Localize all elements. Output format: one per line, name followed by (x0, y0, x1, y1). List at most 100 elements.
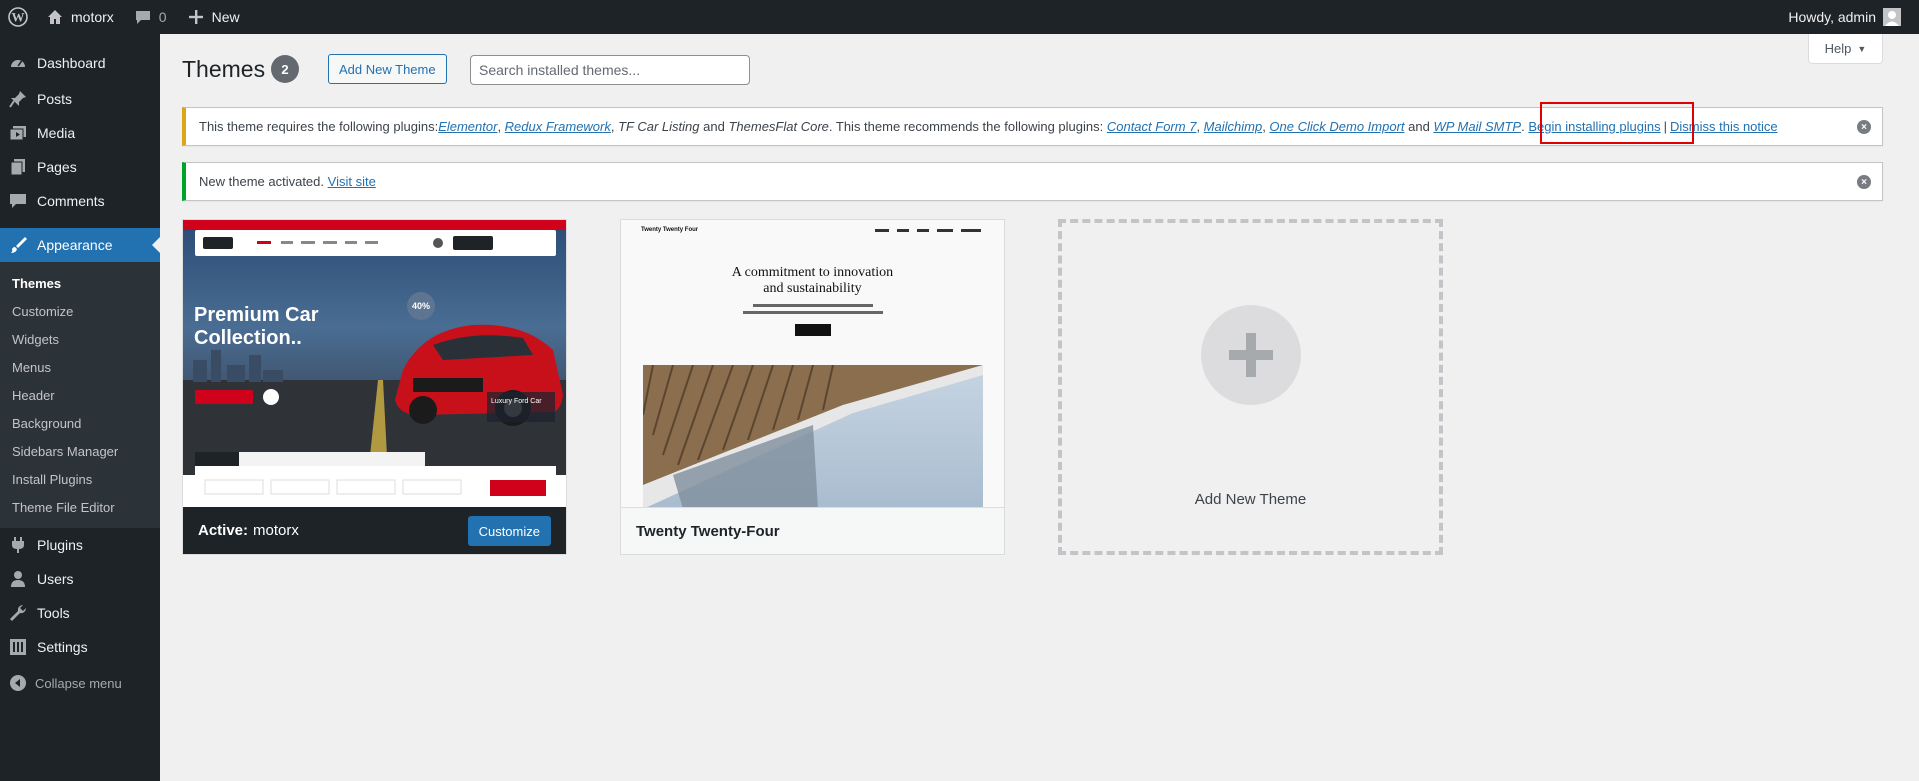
menu-settings[interactable]: Settings (0, 630, 160, 664)
menu-appearance[interactable]: Appearance (0, 228, 160, 262)
t24-header: Twenty Twenty Four (641, 227, 698, 233)
admin-sidebar: Dashboard Posts Media Pages Comments App… (0, 34, 160, 781)
menu-label: Media (37, 125, 76, 141)
submenu-background[interactable]: Background (0, 409, 160, 437)
search-tab-active (195, 452, 239, 466)
menu-label: Plugins (37, 537, 83, 553)
main-content: Themes 2 Add New Theme Help ▼ This theme… (160, 34, 1919, 781)
car-label-card: Luxury Ford Car (487, 392, 555, 422)
theme-name: motorx (253, 522, 299, 539)
menu-dashboard[interactable]: Dashboard (0, 46, 160, 80)
submenu-install-plugins[interactable]: Install Plugins (0, 465, 160, 493)
plugin-link-mailchimp[interactable]: Mailchimp (1204, 119, 1263, 134)
theme-activated-notice: New theme activated. Visit site × (182, 162, 1883, 201)
comments-link[interactable]: 0 (124, 0, 177, 34)
home-icon (46, 8, 64, 26)
hero-title-line: Collection.. (194, 327, 302, 349)
howdy-text: Howdy, admin (1788, 9, 1876, 25)
visit-site-link[interactable]: Visit site (328, 174, 376, 189)
submenu-theme-file-editor[interactable]: Theme File Editor (0, 493, 160, 521)
menu-users[interactable]: Users (0, 562, 160, 596)
search-themes-input[interactable] (470, 55, 750, 85)
plugin-tf-car-listing: TF Car Listing (618, 119, 700, 134)
my-account-link[interactable]: Howdy, admin (1778, 0, 1911, 34)
page-title: Themes (182, 56, 266, 82)
plugin-link-wp-mail-smtp[interactable]: WP Mail SMTP (1433, 119, 1521, 134)
collapse-label: Collapse menu (35, 675, 122, 691)
menu-posts[interactable]: Posts (0, 82, 160, 116)
hero-title: Premium Car Collection.. (194, 304, 319, 350)
customize-button[interactable]: Customize (467, 516, 551, 546)
add-new-theme-card[interactable]: Add New Theme (1058, 219, 1443, 555)
activated-text: New theme activated. (199, 174, 325, 189)
theme-card-twenty-twenty-four[interactable]: Twenty Twenty Four A commitment to innov… (620, 219, 1005, 555)
active-prefix: Active: (198, 522, 249, 539)
t24-architecture-image (643, 365, 983, 509)
plugin-link-contact-form-7[interactable]: Contact Form 7 (1107, 119, 1197, 134)
theme-screenshot-motorx[interactable]: Premium Car Collection.. 40% Luxury Ford… (183, 220, 566, 509)
menu-media[interactable]: Media (0, 116, 160, 150)
theme-card-motorx[interactable]: Premium Car Collection.. 40% Luxury Ford… (182, 219, 567, 555)
t24-nav (875, 229, 981, 232)
submenu-menus[interactable]: Menus (0, 353, 160, 381)
dashboard-icon (8, 53, 28, 73)
new-content-link[interactable]: New (177, 0, 250, 34)
and-text: and (1408, 119, 1430, 134)
plugin-link-one-click-demo-import[interactable]: One Click Demo Import (1269, 119, 1404, 134)
add-new-theme-button[interactable]: Add New Theme (328, 54, 447, 84)
plugin-link-elementor[interactable]: Elementor (438, 119, 497, 134)
t24-site-title: Twenty Twenty Four (641, 227, 699, 233)
theme-name: Twenty Twenty-Four (636, 522, 780, 540)
submenu-themes[interactable]: Themes (0, 269, 160, 297)
begin-installing-plugins-link[interactable]: Begin installing plugins (1528, 119, 1660, 134)
car-search-bar (195, 466, 556, 506)
menu-label: Settings (37, 639, 88, 655)
active-theme-footer: Active: motorx Customize (183, 507, 566, 554)
theme-screenshot-twenty-twenty-four[interactable]: Twenty Twenty Four A commitment to innov… (621, 220, 1004, 509)
menu-plugins[interactable]: Plugins (0, 528, 160, 562)
caret-down-icon: ▼ (1857, 43, 1867, 54)
t24-headline-line: and sustainability (763, 281, 862, 296)
brush-icon (8, 235, 28, 255)
menu-label: Appearance (37, 237, 113, 253)
collapse-arrow-icon (10, 675, 26, 691)
menu-tools[interactable]: Tools (0, 596, 160, 630)
go-to-listing-button (195, 390, 253, 404)
and-text: and (703, 119, 725, 134)
plugin-link-redux[interactable]: Redux Framework (505, 119, 611, 134)
separator: | (1663, 119, 1667, 134)
collapse-menu-button[interactable]: Collapse menu (0, 666, 160, 700)
menu-label: Comments (37, 193, 105, 209)
submenu-sidebars-manager[interactable]: Sidebars Manager (0, 437, 160, 465)
submenu-widgets[interactable]: Widgets (0, 325, 160, 353)
notice-text-mid: . This theme recommends the following pl… (828, 119, 1107, 134)
menu-pages[interactable]: Pages (0, 150, 160, 184)
menu-comments[interactable]: Comments (0, 184, 160, 218)
dismiss-notice-link[interactable]: Dismiss this notice (1670, 119, 1778, 134)
site-name: motorx (71, 9, 114, 25)
hero-title-line: Premium Car (194, 304, 319, 326)
t24-headline: A commitment to innovation and sustainab… (621, 265, 1004, 297)
admin-bar: W motorx 0 New Howdy, admin (0, 0, 1919, 34)
help-label: Help (1824, 41, 1852, 56)
new-label: New (211, 9, 240, 25)
plus-icon (187, 8, 205, 26)
site-name-link[interactable]: motorx (36, 0, 124, 34)
submenu-header[interactable]: Header (0, 381, 160, 409)
wordpress-logo-icon[interactable]: W (0, 0, 36, 34)
dismiss-x-icon[interactable]: × (1857, 175, 1871, 189)
pin-icon (8, 89, 28, 109)
required-plugins-notice: This theme requires the following plugin… (182, 107, 1883, 146)
dismiss-x-icon[interactable]: × (1857, 120, 1871, 134)
help-button[interactable]: Help ▼ (1808, 34, 1883, 64)
svg-text:W: W (12, 10, 25, 25)
avatar (1883, 8, 1901, 26)
appearance-submenu: Themes Customize Widgets Menus Header Ba… (0, 262, 160, 528)
submenu-customize[interactable]: Customize (0, 297, 160, 325)
t24-intro-text (743, 304, 883, 314)
comment-bubble-icon (134, 8, 152, 26)
plugin-themesflat-core: ThemesFlat Core (728, 119, 829, 134)
page-icon (8, 157, 28, 177)
topbar-strip (183, 220, 566, 230)
theme-count-badge: 2 (271, 55, 299, 83)
